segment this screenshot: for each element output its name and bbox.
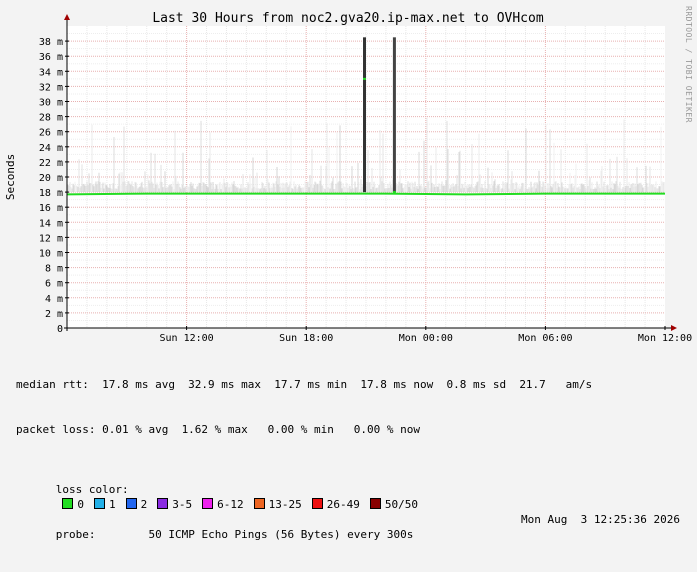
y-tick-label: 0 bbox=[57, 324, 63, 335]
y-tick-label: 2 m bbox=[45, 309, 63, 320]
rtt-chart: Last 30 Hours from noc2.gva20.ip-max.net… bbox=[4, 6, 693, 344]
y-tick-label: 16 m bbox=[39, 203, 63, 214]
loss-color-item: 26-49 bbox=[311, 497, 360, 512]
median-series bbox=[66, 192, 665, 196]
y-tick-label: 38 m bbox=[39, 37, 63, 48]
loss-color-swatch bbox=[125, 498, 137, 509]
loss-color-label-text: 13-25 bbox=[268, 498, 302, 511]
loss-color-label-text: 50/50 bbox=[384, 498, 418, 511]
loss-color-label-text: 3-5 bbox=[172, 498, 193, 511]
y-tick-label: 18 m bbox=[39, 188, 63, 199]
smokeping-graph: Last 30 Hours from noc2.gva20.ip-max.net… bbox=[0, 0, 697, 541]
y-tick-label: 28 m bbox=[39, 113, 63, 124]
loss-color-item: 1 bbox=[94, 497, 116, 512]
loss-color-swatch bbox=[94, 498, 105, 509]
y-ticks: 0 2 m 4 m 6 m 8 m 10 m 12 m 14 m 16 m 18 m 20 m 22 … bbox=[39, 37, 69, 335]
y-tick-label: 32 m bbox=[39, 82, 63, 93]
loss-color-item: 6-12 bbox=[202, 497, 244, 512]
y-tick-label: 30 m bbox=[39, 98, 63, 109]
y-tick-label: 24 m bbox=[39, 143, 63, 154]
y-tick-label: 12 m bbox=[39, 233, 63, 244]
rrdtool-watermark: RRDTOOL / TOBI OETIKER bbox=[684, 6, 693, 123]
x-tick-label: Mon 12:00 bbox=[638, 333, 692, 344]
loss-color-item: 2 bbox=[125, 497, 148, 512]
loss-color-item: 0 bbox=[62, 497, 84, 512]
y-tick-label: 20 m bbox=[39, 173, 63, 184]
y-tick-label: 34 m bbox=[39, 67, 63, 78]
y-tick-label: 14 m bbox=[39, 218, 63, 229]
loss-color-row: loss color: 0 1 2 3-5 6-12 13-25 26-49 50/50 bbox=[16, 467, 696, 511]
x-ticks: Sun 12:00 Sun 18:00 Mon 00:00 Mon 06:00 Mon … bbox=[160, 326, 692, 344]
y-tick-label: 10 m bbox=[39, 249, 63, 260]
loss-color-label: loss color: bbox=[55, 483, 129, 496]
y-axis-arrow bbox=[64, 14, 70, 20]
probe-text: probe: 50 ICMP Echo Pings (56 Bytes) eve… bbox=[55, 528, 414, 541]
loss-color-label-text: 26-49 bbox=[326, 498, 360, 511]
y-axis-label: Seconds bbox=[4, 154, 17, 200]
loss-color-label-text: 2 bbox=[140, 498, 148, 511]
loss-color-swatch bbox=[369, 498, 381, 509]
x-tick-label: Sun 18:00 bbox=[279, 333, 333, 344]
loss-color-item: 13-25 bbox=[253, 497, 302, 512]
y-tick-label: 36 m bbox=[39, 52, 63, 63]
loss-color-items: 0 1 2 3-5 6-12 13-25 26-49 50/50 bbox=[56, 498, 428, 511]
loss-color-swatch bbox=[253, 498, 265, 509]
x-axis-arrow bbox=[671, 325, 677, 331]
y-tick-label: 6 m bbox=[45, 279, 63, 290]
loss-color-label-text: 0 bbox=[77, 498, 84, 511]
median-line bbox=[66, 192, 665, 196]
loss-color-label-text: 6-12 bbox=[217, 498, 244, 511]
x-tick-label: Mon 06:00 bbox=[518, 333, 572, 344]
y-tick-label: 26 m bbox=[39, 128, 63, 139]
x-tick-label: Sun 12:00 bbox=[160, 333, 214, 344]
legend: median rtt: 17.8 ms avg 32.9 ms max 17.7… bbox=[16, 347, 696, 557]
loss-color-swatch bbox=[202, 498, 214, 509]
loss-color-label-text: 1 bbox=[109, 498, 116, 511]
x-tick-label: Mon 00:00 bbox=[399, 333, 453, 344]
timestamp: Mon Aug 3 12:25:36 2026 bbox=[521, 513, 680, 526]
loss-color-item: 50/50 bbox=[369, 497, 418, 512]
loss-color-item: 3-5 bbox=[157, 497, 192, 512]
loss-color-swatch bbox=[62, 498, 74, 509]
y-tick-label: 4 m bbox=[45, 294, 63, 305]
loss-color-swatch bbox=[311, 498, 323, 509]
loss-color-swatch bbox=[157, 498, 169, 509]
probe-row: probe: 50 ICMP Echo Pings (56 Bytes) eve… bbox=[16, 512, 696, 541]
spike-bar bbox=[392, 37, 396, 193]
y-tick-label: 22 m bbox=[39, 158, 63, 169]
median-rtt-row: median rtt: 17.8 ms avg 32.9 ms max 17.7… bbox=[16, 378, 593, 391]
spike-bar bbox=[363, 37, 367, 193]
packet-loss-row: packet loss: 0.01 % avg 1.62 % max 0.00 … bbox=[16, 423, 420, 436]
chart-title: Last 30 Hours from noc2.gva20.ip-max.net… bbox=[152, 11, 544, 26]
y-tick-label: 8 m bbox=[45, 264, 63, 275]
